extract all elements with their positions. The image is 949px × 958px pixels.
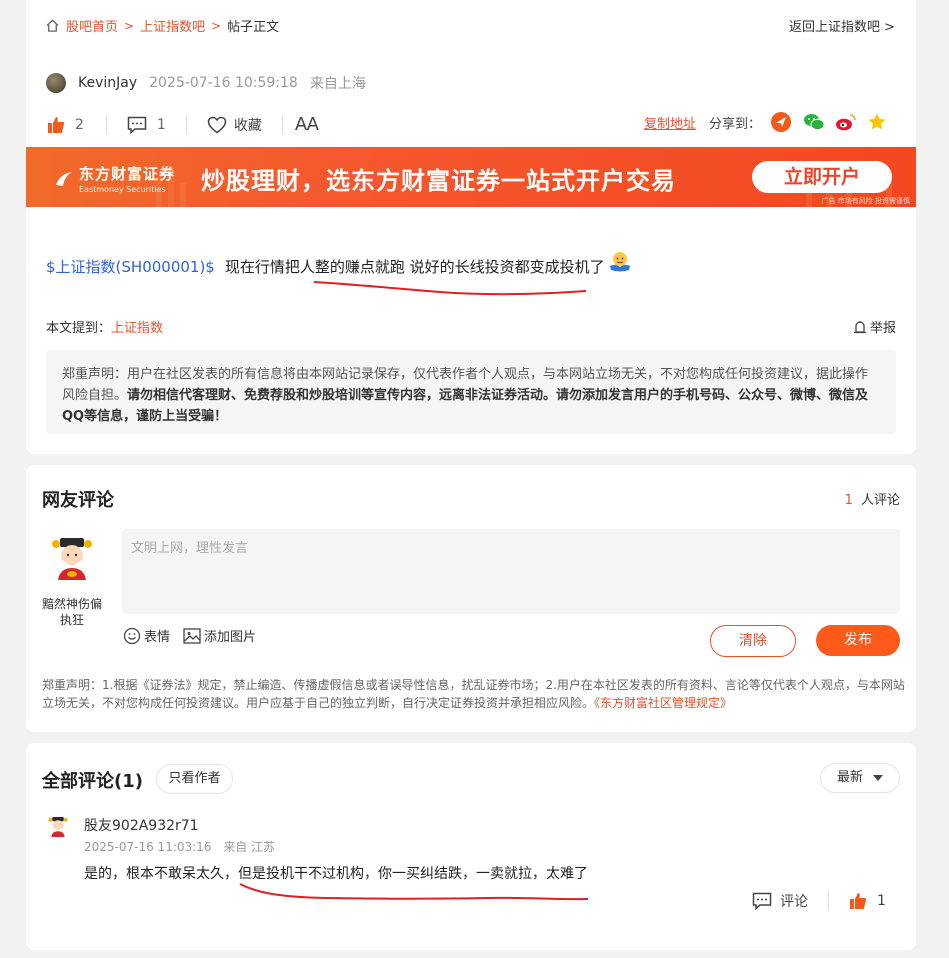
divider [281,115,283,134]
disclaimer-warning: 请勿相信代客理财、免费荐股和炒股培训等宣传内容，远离非法证券活动。请勿添加发言用… [62,388,869,424]
comment-location: 来自 江苏 [223,840,276,854]
chevron-right-icon: > [124,18,135,33]
divider [828,892,829,910]
breadcrumb-forum[interactable]: 上证指数吧 [140,16,205,35]
avatar[interactable] [50,536,94,582]
banner-slogan: 炒股理财，选东方财富证券一站式开户交易 [201,167,676,195]
caret-down-icon [873,775,883,781]
author-only-filter[interactable]: 只看作者 [156,764,233,794]
community-rules-link[interactable]: 《东方财富社区管理规定》 [594,696,732,710]
eastmoney-mark-icon [56,171,72,186]
mention-label: 本文提到： [46,321,112,336]
avatar[interactable] [47,816,69,838]
post-author[interactable]: KevinJay [78,75,137,91]
divider [105,115,107,134]
weibo-icon[interactable] [835,112,857,132]
logo-cn: 东方财富证券 [79,165,176,183]
mention-row: 本文提到：上证指数 [46,317,163,336]
favorite-button[interactable]: 收藏 [207,115,262,135]
favorite-label: 收藏 [233,117,262,134]
post-time: 2025-07-16 10:59:18 [149,75,298,91]
comment-icon [127,116,147,134]
eastmoney-logo: 东方财富证券 Eastmoney Securities [54,163,175,194]
breadcrumb-home[interactable]: 股吧首页 [66,16,118,35]
share-bar: 复制地址 分享到： [644,112,887,132]
sort-dropdown[interactable]: 最新 [820,763,900,793]
comment-like-button[interactable]: 1 [849,892,886,910]
copy-link-button[interactable]: 复制地址 [644,113,696,132]
chevron-right-icon: > [884,20,895,35]
open-account-button[interactable]: 立即开户 [752,161,892,193]
emoji-button[interactable]: 表情 [123,626,170,645]
comment-username[interactable]: 股友902A932r71 [84,815,199,835]
comment-disclaimer: 郑重声明：1.根据《证券法》规定，禁止编造、传播虚假信息或者误导性信息，扰乱证券… [42,678,905,710]
comment-box-title: 网友评论 [42,490,114,511]
comment-toolbar: 表情 添加图片 [123,626,256,645]
comment-time: 2025-07-16 11:03:16 [84,840,212,854]
mention-stock-link[interactable]: 上证指数 [111,321,163,336]
shrug-emoji-icon [609,251,630,271]
like-count: 2 [75,116,84,133]
publish-button[interactable]: 发布 [816,625,900,656]
comment-count-summary: 1 人评论 [844,493,900,508]
smile-icon [123,627,141,644]
home-icon[interactable] [45,18,60,33]
reply-button[interactable]: 评论 [752,891,808,911]
comment-like-count: 1 [877,893,886,909]
breadcrumb-current: 帖子正文 [227,20,280,35]
comment-meta: 2025-07-16 11:03:16 来自 江苏 [84,838,275,855]
current-username: 黯然神伤偏执狂 [42,597,103,627]
post-text: 现在行情把人整的赚点就跑 说好的长线投资都变成投机了 [224,258,605,276]
back-to-forum-link[interactable]: 返回上证指数吧 > [789,16,895,35]
thumb-up-icon [850,893,867,909]
comment-placeholder: 文明上网，理性发言 [131,541,249,556]
post-content: $上证指数(SH000001)$ 现在行情把人整的赚点就跑 说好的长线投资都变成… [46,251,633,277]
annotation-underline [239,883,589,901]
current-user: 黯然神伤偏执狂 [42,536,102,628]
share-toutiao-icon[interactable] [771,112,792,132]
all-comments-title: 全部评论(1) [42,771,143,792]
post-disclaimer: 郑重声明：用户在社区发表的所有信息将由本网站记录保存，仅代表作者个人观点，与本网… [46,350,896,434]
breadcrumb: 股吧首页 > 上证指数吧 > 帖子正文 [45,16,279,35]
add-image-button[interactable]: 添加图片 [183,626,256,645]
heart-icon [207,116,227,133]
post-action-bar: 2 1 收藏 AA [47,114,319,135]
share-label: 分享到： [709,116,762,132]
comment-actions: 评论 1 [752,891,886,911]
report-icon [853,320,866,333]
comment-icon [752,892,772,910]
font-size-toggle[interactable]: AA [295,114,319,135]
image-icon [183,627,201,644]
chevron-right-icon: > [211,18,222,33]
divider [185,115,187,134]
clear-button[interactable]: 清除 [710,625,796,657]
wechat-icon[interactable] [803,112,825,132]
logo-en: Eastmoney Securities [79,185,166,194]
post-location: 来自上海 [309,76,366,92]
comment-count: 1 [156,116,166,133]
like-button[interactable]: 2 [47,116,84,134]
stock-tag-link[interactable]: $上证指数(SH000001)$ [46,256,215,277]
comment-input[interactable]: 文明上网，理性发言 [122,529,900,614]
thumb-up-icon [48,116,65,133]
commenter-count: 1 [844,493,853,508]
annotation-underline [313,281,587,296]
ad-banner[interactable]: 东方财富证券 Eastmoney Securities 炒股理财，选东方财富证券… [26,147,916,207]
ad-disclaimer: 广告 市场有风险 投资需谨慎 [821,197,910,205]
star-icon[interactable] [867,112,887,132]
avatar[interactable] [46,73,66,93]
comment-button[interactable]: 1 [127,116,166,134]
post-author-row: KevinJay 2025-07-16 10:59:18 来自上海 [46,73,366,93]
report-button[interactable]: 举报 [853,317,896,336]
